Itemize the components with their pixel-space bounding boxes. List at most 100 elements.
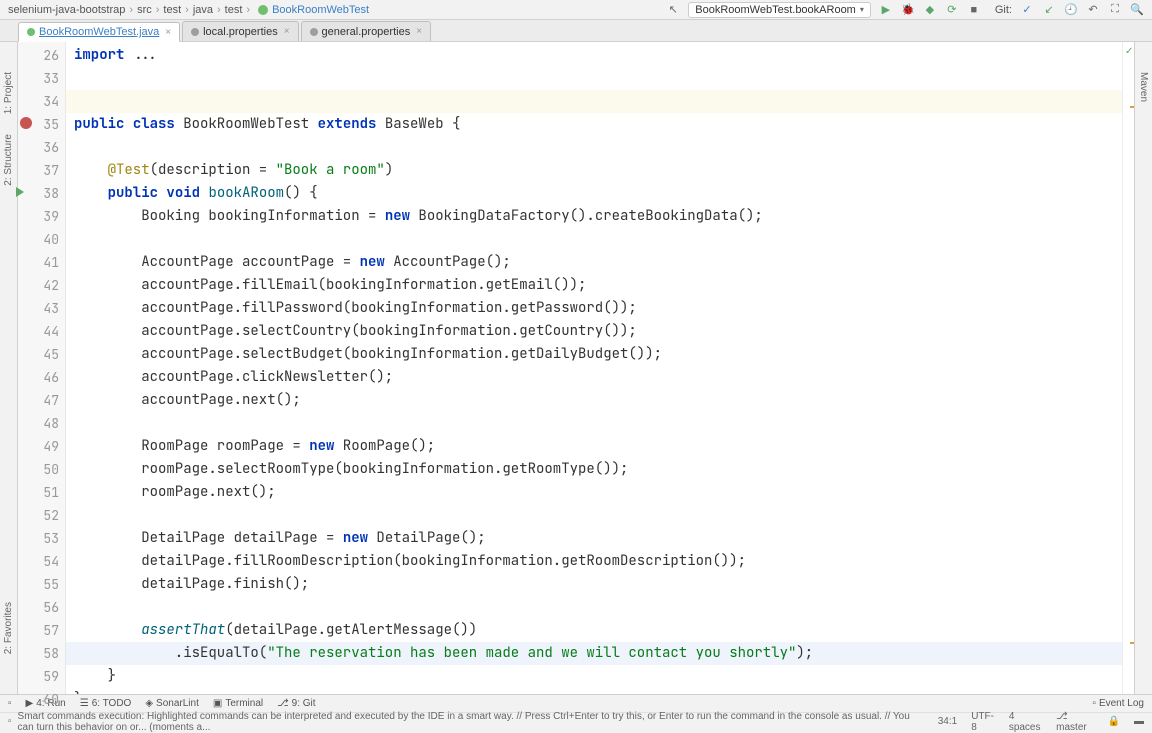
lock-icon[interactable]: 🔒 (1108, 716, 1120, 727)
run-config-selector[interactable]: BookRoomWebTest.bookARoom (688, 2, 871, 18)
line-number[interactable]: 46 (18, 366, 59, 389)
code-line[interactable]: accountPage.fillPassword(bookingInformat… (66, 297, 1122, 320)
debug-icon[interactable]: 🐞 (901, 3, 915, 17)
line-number[interactable]: 48 (18, 412, 59, 435)
git-toolwindow-button[interactable]: ⎇ 9: Git (277, 698, 315, 709)
line-number[interactable]: 59 (18, 665, 59, 688)
code-line[interactable]: assertThat(detailPage.getAlertMessage()) (66, 619, 1122, 642)
structure-toolwindow-button[interactable]: 2: Structure (3, 134, 14, 186)
run-gutter-icon[interactable] (16, 187, 24, 197)
code-line[interactable] (66, 596, 1122, 619)
code-line[interactable]: import ... (66, 44, 1122, 67)
back-arrow-icon[interactable]: ↖ (666, 3, 680, 17)
code-line[interactable] (66, 90, 1122, 113)
search-icon[interactable]: 🔍 (1130, 3, 1144, 17)
close-icon[interactable]: × (416, 26, 422, 37)
collapse-icon[interactable]: ▫ (8, 698, 12, 709)
code-line[interactable]: detailPage.finish(); (66, 573, 1122, 596)
code-line[interactable]: Booking bookingInformation = new Booking… (66, 205, 1122, 228)
error-gutter-icon[interactable] (20, 117, 32, 129)
sonarlint-toolwindow-button[interactable]: ◈ SonarLint (145, 698, 199, 709)
code-line[interactable]: accountPage.next(); (66, 389, 1122, 412)
line-number[interactable]: 40 (18, 228, 59, 251)
code-area[interactable]: import ... public class BookRoomWebTest … (66, 42, 1122, 694)
line-number[interactable]: 49 (18, 435, 59, 458)
line-number[interactable]: 60 (18, 688, 59, 711)
gutter[interactable]: 2633343536373839404142434445464748495051… (18, 42, 66, 694)
line-number[interactable]: 36 (18, 136, 59, 159)
tab-general-properties[interactable]: general.properties × (301, 21, 432, 41)
git-rollback-icon[interactable]: ↶ (1086, 3, 1100, 17)
line-number[interactable]: 51 (18, 481, 59, 504)
line-number[interactable]: 47 (18, 389, 59, 412)
line-number[interactable]: 35 (18, 113, 59, 136)
line-number[interactable]: 34 (18, 90, 59, 113)
code-line[interactable]: roomPage.selectRoomType(bookingInformati… (66, 458, 1122, 481)
line-number[interactable]: 55 (18, 573, 59, 596)
tab-local-properties[interactable]: local.properties × (182, 21, 298, 41)
code-line[interactable]: } (66, 688, 1122, 694)
terminal-toolwindow-button[interactable]: ▣ Terminal (213, 698, 263, 709)
code-line[interactable]: accountPage.selectCountry(bookingInforma… (66, 320, 1122, 343)
line-number[interactable]: 33 (18, 67, 59, 90)
close-icon[interactable]: × (284, 26, 290, 37)
run-icon[interactable]: ▶ (879, 3, 893, 17)
code-line[interactable]: DetailPage detailPage = new DetailPage()… (66, 527, 1122, 550)
stop-icon[interactable]: ■ (967, 3, 981, 17)
breadcrumb-class[interactable]: BookRoomWebTest (272, 4, 369, 16)
indent-setting[interactable]: 4 spaces (1009, 711, 1042, 733)
code-line[interactable]: AccountPage accountPage = new AccountPag… (66, 251, 1122, 274)
cursor-position[interactable]: 34:1 (938, 716, 957, 727)
code-line[interactable]: accountPage.clickNewsletter(); (66, 366, 1122, 389)
maximize-icon[interactable]: ⛶ (1108, 3, 1122, 17)
error-stripe[interactable]: ✓ (1122, 42, 1134, 694)
line-number[interactable]: 56 (18, 596, 59, 619)
line-number[interactable]: 54 (18, 550, 59, 573)
line-number[interactable]: 44 (18, 320, 59, 343)
breadcrumb-root[interactable]: selenium-java-bootstrap (8, 4, 125, 16)
todo-toolwindow-button[interactable]: ☰ 6: TODO (80, 698, 132, 709)
code-line[interactable] (66, 136, 1122, 159)
close-icon[interactable]: × (165, 27, 171, 38)
line-number[interactable]: 52 (18, 504, 59, 527)
code-editor[interactable]: 2633343536373839404142434445464748495051… (18, 42, 1134, 694)
code-line[interactable]: @Test(description = "Book a room") (66, 159, 1122, 182)
warning-marker[interactable] (1130, 106, 1134, 108)
line-number[interactable]: 39 (18, 205, 59, 228)
code-line[interactable] (66, 412, 1122, 435)
line-number[interactable]: 41 (18, 251, 59, 274)
line-number[interactable]: 37 (18, 159, 59, 182)
event-log-button[interactable]: ▫ Event Log (1092, 698, 1144, 709)
code-line[interactable] (66, 228, 1122, 251)
code-line[interactable]: accountPage.selectBudget(bookingInformat… (66, 343, 1122, 366)
code-line[interactable]: roomPage.next(); (66, 481, 1122, 504)
code-line[interactable]: .isEqualTo("The reservation has been mad… (66, 642, 1122, 665)
code-line[interactable]: public void bookARoom() { (66, 182, 1122, 205)
code-line[interactable] (66, 67, 1122, 90)
tips-icon[interactable]: ▫ (8, 716, 12, 727)
breadcrumb-test[interactable]: test (163, 4, 181, 16)
line-number[interactable]: 57 (18, 619, 59, 642)
breadcrumb-pkg[interactable]: test (225, 4, 243, 16)
line-number[interactable]: 26 (18, 44, 59, 67)
breadcrumb-src[interactable]: src (137, 4, 152, 16)
git-commit-icon[interactable]: ↙ (1042, 3, 1056, 17)
line-number[interactable]: 58 (18, 642, 59, 665)
encoding[interactable]: UTF-8 (971, 711, 995, 733)
code-line[interactable]: accountPage.fillEmail(bookingInformation… (66, 274, 1122, 297)
line-number[interactable]: 50 (18, 458, 59, 481)
code-line[interactable] (66, 504, 1122, 527)
code-line[interactable]: detailPage.fillRoomDescription(bookingIn… (66, 550, 1122, 573)
mem-indicator[interactable]: ▬ (1134, 716, 1144, 727)
breadcrumb-java[interactable]: java (193, 4, 213, 16)
code-line[interactable]: RoomPage roomPage = new RoomPage(); (66, 435, 1122, 458)
line-number[interactable]: 43 (18, 297, 59, 320)
coverage-icon[interactable]: ◆ (923, 3, 937, 17)
tab-bookroom[interactable]: BookRoomWebTest.java × (18, 22, 180, 42)
warning-marker[interactable] (1130, 642, 1134, 644)
line-number[interactable]: 53 (18, 527, 59, 550)
line-number[interactable]: 45 (18, 343, 59, 366)
git-branch[interactable]: ⎇ master (1056, 711, 1093, 733)
maven-toolwindow-button[interactable]: Maven (1138, 72, 1149, 102)
code-line[interactable]: } (66, 665, 1122, 688)
